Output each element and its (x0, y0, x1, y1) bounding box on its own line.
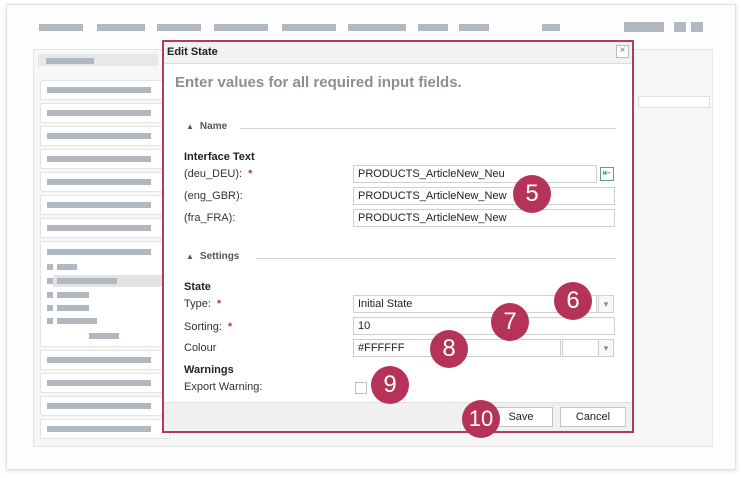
callout-marker-7: 7 (491, 303, 529, 341)
eng-label: (eng_GBR): (184, 190, 243, 202)
callout-marker-6: 6 (554, 282, 592, 320)
panel-tab[interactable] (38, 54, 158, 66)
collapse-arrow-icon: ▲ (186, 122, 194, 131)
nav-item[interactable] (282, 24, 336, 31)
deu-label: (deu_DEU): * (184, 168, 252, 180)
tree-node[interactable] (57, 278, 117, 284)
callout-marker-8: 8 (430, 330, 468, 368)
deu-input[interactable]: PRODUCTS_ArticleNew_Neu (353, 165, 597, 183)
deu-label-text: (deu_DEU): (184, 168, 243, 180)
section-name-toggle[interactable]: ▲ Name (186, 121, 227, 132)
dialog-instruction: Enter values for all required input fiel… (175, 74, 462, 91)
sidebar-item-label (47, 426, 151, 432)
toolbar-icon[interactable] (674, 22, 686, 32)
sidebar-item-label (47, 179, 151, 185)
nav-item[interactable] (39, 24, 83, 31)
section-divider (256, 258, 616, 259)
callout-marker-9: 9 (371, 366, 409, 404)
tree-node[interactable] (47, 249, 151, 255)
type-label-text: Type: (184, 298, 211, 310)
sidebar-item[interactable] (40, 396, 170, 416)
nav-item[interactable] (459, 24, 489, 31)
fra-label: (fra_FRA): (184, 212, 236, 224)
tree-node[interactable] (57, 264, 77, 270)
nav-item[interactable] (214, 24, 268, 31)
sidebar (40, 70, 170, 440)
top-navigation (7, 5, 735, 45)
sidebar-item[interactable] (40, 103, 170, 123)
tree-node[interactable] (57, 292, 89, 298)
dialog-title: Edit State (167, 46, 218, 58)
sidebar-item[interactable] (40, 80, 170, 100)
sidebar-item-label (47, 357, 151, 363)
interface-text-heading: Interface Text (184, 151, 255, 163)
required-marker: * (227, 321, 233, 333)
sorting-label: Sorting: * (184, 321, 232, 333)
tree-node[interactable] (47, 278, 53, 284)
sidebar-item[interactable] (40, 350, 170, 370)
tree-node[interactable] (47, 318, 53, 324)
section-settings-toggle[interactable]: ▲ Settings (186, 251, 239, 262)
collapse-arrow-icon: ▲ (186, 252, 194, 261)
nav-item[interactable] (348, 24, 406, 31)
sidebar-item-label (47, 403, 151, 409)
sidebar-item-label (47, 156, 151, 162)
background-search-field[interactable] (638, 96, 710, 108)
user-menu[interactable] (624, 22, 664, 32)
sidebar-item-label (47, 225, 151, 231)
sidebar-item[interactable] (40, 126, 170, 146)
toolbar-icon[interactable] (691, 22, 703, 32)
tree-node[interactable] (47, 264, 53, 270)
state-heading: State (184, 281, 211, 293)
callout-marker-5: 5 (513, 175, 551, 213)
user-field[interactable] (542, 24, 560, 31)
sidebar-item[interactable] (40, 195, 170, 215)
section-name-label: Name (199, 121, 228, 132)
cancel-button[interactable]: Cancel (560, 407, 626, 427)
nav-item[interactable] (418, 24, 448, 31)
callout-marker-10: 10 (462, 400, 500, 438)
sidebar-tree (40, 241, 170, 347)
type-label: Type: * (184, 298, 221, 310)
export-warning-checkbox[interactable] (355, 382, 367, 394)
sidebar-item[interactable] (40, 419, 170, 439)
chevron-down-icon[interactable]: ▾ (598, 339, 614, 357)
export-warning-label: Export Warning: (184, 381, 263, 393)
translate-icon[interactable]: ⇤ (600, 167, 614, 181)
sidebar-item-label (47, 133, 151, 139)
tree-node[interactable] (57, 305, 89, 311)
tree-node[interactable] (89, 333, 119, 339)
section-divider (240, 128, 616, 129)
sorting-label-text: Sorting: (184, 321, 222, 333)
sidebar-item[interactable] (40, 373, 170, 393)
sidebar-item[interactable] (40, 172, 170, 192)
sidebar-item-label (47, 202, 151, 208)
sidebar-item-label (47, 380, 151, 386)
tree-node[interactable] (57, 318, 97, 324)
sidebar-item-label (47, 110, 151, 116)
panel-tab-label (46, 58, 94, 64)
dialog-footer: Save Cancel (164, 402, 632, 431)
eng-input[interactable]: PRODUCTS_ArticleNew_New (353, 187, 615, 205)
colour-swatch[interactable] (562, 339, 599, 357)
nav-item[interactable] (157, 24, 201, 31)
sidebar-item[interactable] (40, 149, 170, 169)
close-icon[interactable]: × (616, 45, 629, 58)
required-marker: * (216, 298, 222, 310)
warnings-heading: Warnings (184, 364, 234, 376)
section-settings-label: Settings (199, 251, 240, 262)
sidebar-item-label (47, 87, 151, 93)
chevron-down-icon[interactable]: ▾ (598, 295, 614, 313)
tree-node[interactable] (47, 305, 53, 311)
dialog-header: Edit State × (164, 42, 632, 64)
required-marker: * (248, 168, 253, 180)
colour-label: Colour (184, 342, 217, 354)
sidebar-item[interactable] (40, 218, 170, 238)
fra-input[interactable]: PRODUCTS_ArticleNew_New (353, 209, 615, 227)
tree-node[interactable] (47, 292, 53, 298)
nav-item[interactable] (97, 24, 145, 31)
